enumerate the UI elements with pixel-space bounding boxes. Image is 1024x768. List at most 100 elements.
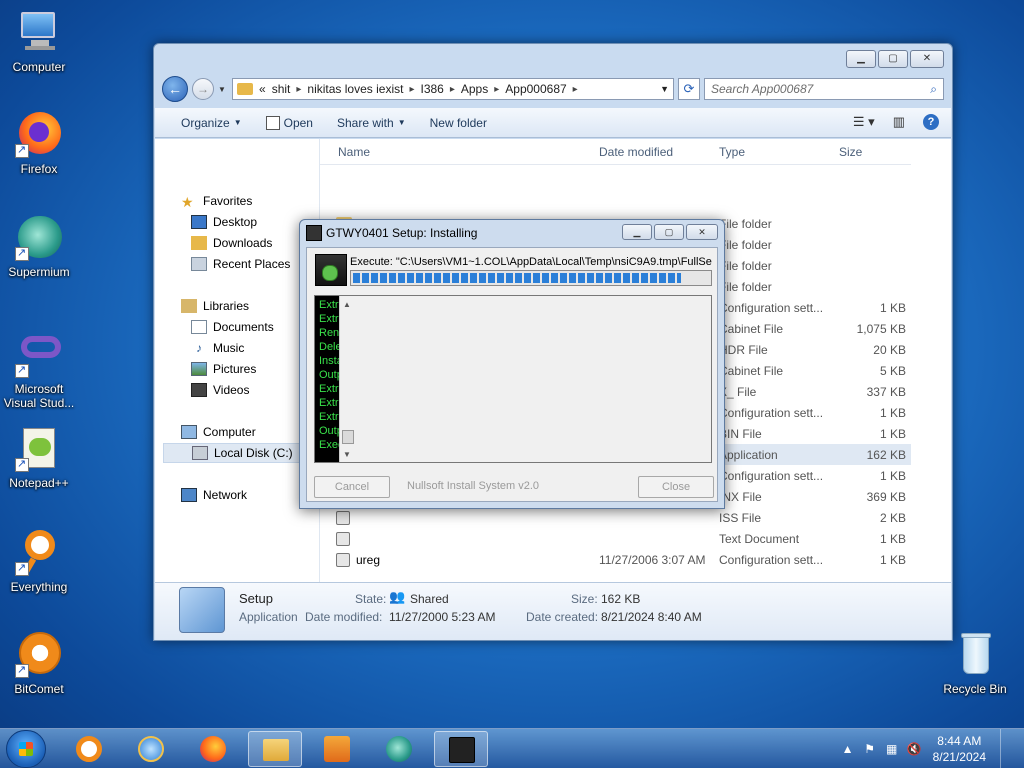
- search-icon[interactable]: ⌕: [930, 82, 937, 97]
- install-log[interactable]: Extract: eMachines Games oem-eula.exeExt…: [314, 295, 712, 463]
- column-name[interactable]: Name: [338, 145, 370, 159]
- taskbar-firefox[interactable]: [186, 731, 240, 767]
- taskbar-explorer[interactable]: [248, 731, 302, 767]
- file-size: 1 KB: [879, 531, 906, 546]
- scroll-down-icon[interactable]: ▼: [343, 448, 351, 462]
- nav-documents[interactable]: Documents: [191, 317, 274, 337]
- nav-music[interactable]: ♪ Music: [191, 338, 244, 358]
- show-hidden-icons-icon[interactable]: ▲: [841, 742, 855, 756]
- minimize-button[interactable]: ▁: [846, 50, 876, 68]
- nav-downloads[interactable]: Downloads: [191, 233, 272, 253]
- file-row[interactable]: ISS File 2 KB: [320, 507, 911, 528]
- scroll-up-icon[interactable]: ▲: [343, 298, 351, 312]
- nav-label: Recent Places: [213, 257, 291, 271]
- file-size: 369 KB: [866, 489, 906, 504]
- breadcrumb-item[interactable]: Apps: [461, 82, 488, 96]
- file-row[interactable]: ureg 11/27/2006 3:07 AM Configuration sett…: [320, 549, 911, 570]
- desktop-icon-notepadpp[interactable]: Notepad++: [1, 424, 77, 490]
- preview-pane-icon[interactable]: ▥: [893, 114, 905, 130]
- breadcrumb-item[interactable]: shit: [272, 82, 291, 96]
- breadcrumb-item[interactable]: nikitas loves iexist: [307, 82, 403, 96]
- close-dialog-button[interactable]: Close: [638, 476, 714, 498]
- clock[interactable]: 8:44 AM 8/21/2024: [933, 733, 986, 765]
- breadcrumb-item[interactable]: App000687: [505, 82, 566, 96]
- new-folder-label: New folder: [429, 115, 487, 130]
- videos-icon: [191, 383, 207, 397]
- desktop-icon-everything[interactable]: Everything: [1, 528, 77, 594]
- desktop-icon-supermium[interactable]: Supermium: [1, 213, 77, 279]
- desktop-icon-firefox[interactable]: Firefox: [1, 110, 77, 176]
- new-folder-button[interactable]: New folder: [418, 108, 499, 138]
- search-placeholder: Search App000687: [711, 82, 814, 96]
- desktop-icon-visual-studio[interactable]: Microsoft Visual Stud...: [1, 330, 77, 410]
- column-header: Name Date modified Type Size: [320, 139, 911, 165]
- show-desktop-button[interactable]: [1000, 729, 1010, 768]
- nav-label: Desktop: [213, 215, 258, 229]
- installer-dialog[interactable]: GTWY0401 Setup: Installing ▁ ▢ ✕ Execute…: [299, 219, 725, 509]
- breadcrumb-separator-icon[interactable]: ▸: [409, 84, 414, 95]
- nav-videos[interactable]: Videos: [191, 380, 249, 400]
- address-dropdown-icon[interactable]: ▼: [660, 84, 669, 94]
- desktop-icon-label: Supermium: [8, 265, 70, 279]
- taskbar-internet-explorer[interactable]: [124, 731, 178, 767]
- column-type[interactable]: Type: [719, 145, 745, 159]
- file-date: 11/27/2006 3:07 AM: [599, 552, 706, 567]
- nav-recent-places[interactable]: Recent Places: [191, 254, 290, 274]
- shortcut-arrow-icon: [15, 663, 29, 678]
- organize-button[interactable]: Organize ▼: [169, 108, 254, 138]
- nav-libraries[interactable]: Libraries: [181, 296, 249, 316]
- taskbar-supermium[interactable]: [372, 731, 426, 767]
- scroll-thumb[interactable]: [342, 430, 354, 444]
- taskbar-everything[interactable]: [62, 731, 116, 767]
- help-icon[interactable]: ?: [923, 114, 939, 130]
- file-type: INX File: [719, 489, 762, 504]
- breadcrumb-separator-icon[interactable]: ▸: [296, 84, 301, 95]
- file-row[interactable]: Text Document 1 KB: [320, 528, 911, 549]
- file-size: 2 KB: [879, 510, 906, 525]
- details-size: 162 KB: [601, 592, 641, 606]
- maximize-button[interactable]: ▢: [878, 50, 908, 68]
- command-bar: Organize ▼ Open Share with ▼ New folder ☰ …: [155, 108, 951, 138]
- breadcrumb-item[interactable]: I386: [420, 82, 443, 96]
- network-status-icon[interactable]: ▦: [885, 742, 899, 756]
- cancel-button[interactable]: Cancel: [314, 476, 390, 498]
- close-button[interactable]: ✕: [910, 50, 944, 68]
- action-center-flag-icon[interactable]: ⚑: [863, 742, 877, 756]
- desktop-icon-bitcomet[interactable]: BitComet: [1, 630, 77, 696]
- column-date-modified[interactable]: Date modified: [599, 145, 673, 159]
- dialog-close-button[interactable]: ✕: [686, 224, 718, 240]
- refresh-button[interactable]: ⟳: [678, 78, 700, 100]
- start-button[interactable]: [6, 730, 46, 768]
- dialog-maximize-button[interactable]: ▢: [654, 224, 684, 240]
- nav-computer[interactable]: Computer: [181, 422, 256, 442]
- taskbar-media-player[interactable]: [310, 731, 364, 767]
- file-type: File folder: [719, 237, 772, 252]
- recent-pages-dropdown[interactable]: ▼: [218, 85, 228, 94]
- taskbar-installer[interactable]: [434, 731, 488, 767]
- nav-pictures[interactable]: Pictures: [191, 359, 256, 379]
- back-button[interactable]: ←: [162, 76, 188, 102]
- open-button[interactable]: Open: [254, 108, 325, 138]
- breadcrumb-separator-icon[interactable]: ▸: [494, 84, 499, 95]
- file-size: 162 KB: [866, 447, 906, 462]
- file-type: File folder: [719, 216, 772, 231]
- log-scrollbar[interactable]: ▲ ▼: [339, 296, 711, 462]
- forward-button[interactable]: →: [192, 78, 214, 100]
- shortcut-arrow-icon: [15, 561, 29, 576]
- nav-local-disk[interactable]: Local Disk (C:): [163, 443, 301, 463]
- file-size: 20 KB: [873, 342, 906, 357]
- column-size[interactable]: Size: [839, 145, 862, 159]
- dialog-minimize-button[interactable]: ▁: [622, 224, 652, 240]
- nav-favorites[interactable]: ★ Favorites: [181, 191, 252, 211]
- desktop-icon-computer[interactable]: Computer: [1, 8, 77, 74]
- share-with-button[interactable]: Share with ▼: [325, 108, 418, 138]
- breadcrumb-separator-icon[interactable]: ▸: [573, 84, 578, 95]
- search-input[interactable]: Search App000687 ⌕: [704, 78, 944, 100]
- address-bar[interactable]: « shit ▸ nikitas loves iexist ▸ I386 ▸ A…: [232, 78, 674, 100]
- view-options-icon[interactable]: ☰ ▾: [853, 114, 875, 130]
- volume-muted-icon[interactable]: 🔇: [907, 742, 922, 756]
- breadcrumb-overflow[interactable]: «: [259, 82, 266, 96]
- nav-network[interactable]: Network: [181, 485, 247, 505]
- nav-desktop[interactable]: Desktop: [191, 212, 257, 232]
- breadcrumb-separator-icon[interactable]: ▸: [450, 84, 455, 95]
